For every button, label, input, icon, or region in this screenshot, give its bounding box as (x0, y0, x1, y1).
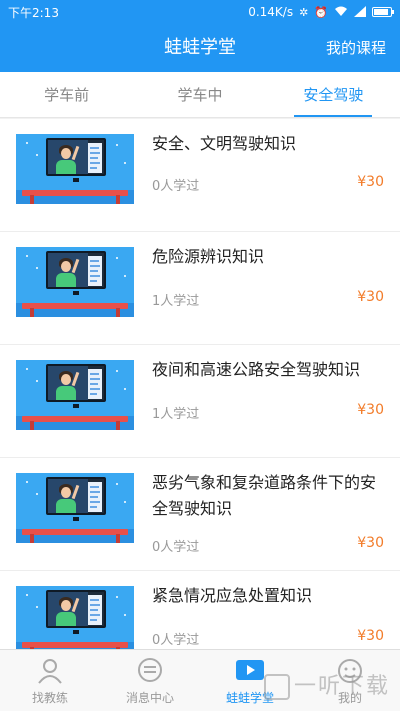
category-tabs: 学车前 学车中 安全驾驶 (0, 72, 400, 118)
course-learners: 1人学过 (152, 294, 200, 309)
tab-during-learning[interactable]: 学车中 (133, 72, 266, 117)
alarm-icon: ⏰ (314, 5, 328, 19)
course-thumbnail (16, 360, 134, 430)
course-thumbnail (16, 134, 134, 204)
course-title: 安全、文明驾驶知识 (152, 134, 297, 153)
coach-icon (35, 656, 65, 686)
course-price: ¥30 (357, 535, 384, 551)
sync-icon: ✲ (299, 5, 309, 19)
course-item[interactable]: 紧急情况应急处置知识 0人学过 ¥30 (0, 571, 400, 649)
course-title: 紧急情况应急处置知识 (152, 586, 313, 605)
course-price: ¥30 (357, 174, 384, 190)
watermark-logo-icon (263, 674, 290, 700)
battery-icon (372, 7, 394, 17)
nav-label: 找教练 (31, 691, 68, 705)
course-thumbnail (16, 247, 134, 317)
course-learners: 0人学过 (152, 633, 200, 648)
status-bar: 下午2:13 0.14K/s ✲ ⏰ (0, 0, 400, 24)
course-price: ¥30 (357, 628, 384, 644)
course-title: 恶劣气象和复杂道路条件下的安全驾驶知识 (152, 473, 377, 518)
course-thumbnail (16, 473, 134, 543)
watermark: 一听下载 (263, 668, 390, 700)
status-icons: 0.14K/s ✲ ⏰ (248, 5, 394, 19)
course-item[interactable]: 危险源辨识知识 1人学过 ¥30 (0, 232, 400, 345)
signal-icon (354, 5, 366, 19)
course-price: ¥30 (357, 289, 384, 305)
nav-label: 消息中心 (125, 691, 174, 705)
course-list: 安全、文明驾驶知识 0人学过 ¥30 危险源辨识知识 1人学过 ¥30 夜间和高… (0, 119, 400, 649)
course-learners: 0人学过 (152, 540, 200, 555)
title-bar: 蛙蛙学堂 我的课程 (0, 24, 400, 72)
message-icon (135, 656, 165, 686)
status-time: 下午2:13 (8, 5, 59, 20)
my-courses-link[interactable]: 我的课程 (326, 24, 386, 72)
tab-safe-driving[interactable]: 安全驾驶 (267, 72, 400, 117)
course-title: 危险源辨识知识 (152, 247, 265, 266)
course-item[interactable]: 恶劣气象和复杂道路条件下的安全驾驶知识 0人学过 ¥30 (0, 458, 400, 571)
tab-before-learning[interactable]: 学车前 (0, 72, 133, 117)
course-price: ¥30 (357, 402, 384, 418)
watermark-text: 一听下载 (293, 674, 390, 699)
course-item[interactable]: 夜间和高速公路安全驾驶知识 1人学过 ¥30 (0, 345, 400, 458)
course-learners: 0人学过 (152, 179, 200, 194)
course-learners: 1人学过 (152, 407, 200, 422)
course-thumbnail (16, 586, 134, 649)
wifi-icon (334, 6, 348, 19)
video-play-icon (235, 656, 265, 686)
course-item[interactable]: 安全、文明驾驶知识 0人学过 ¥30 (0, 119, 400, 232)
nav-message-center[interactable]: 消息中心 (100, 650, 200, 711)
network-speed: 0.14K/s (248, 5, 294, 19)
course-title: 夜间和高速公路安全驾驶知识 (152, 360, 361, 379)
nav-find-coach[interactable]: 找教练 (0, 650, 100, 711)
